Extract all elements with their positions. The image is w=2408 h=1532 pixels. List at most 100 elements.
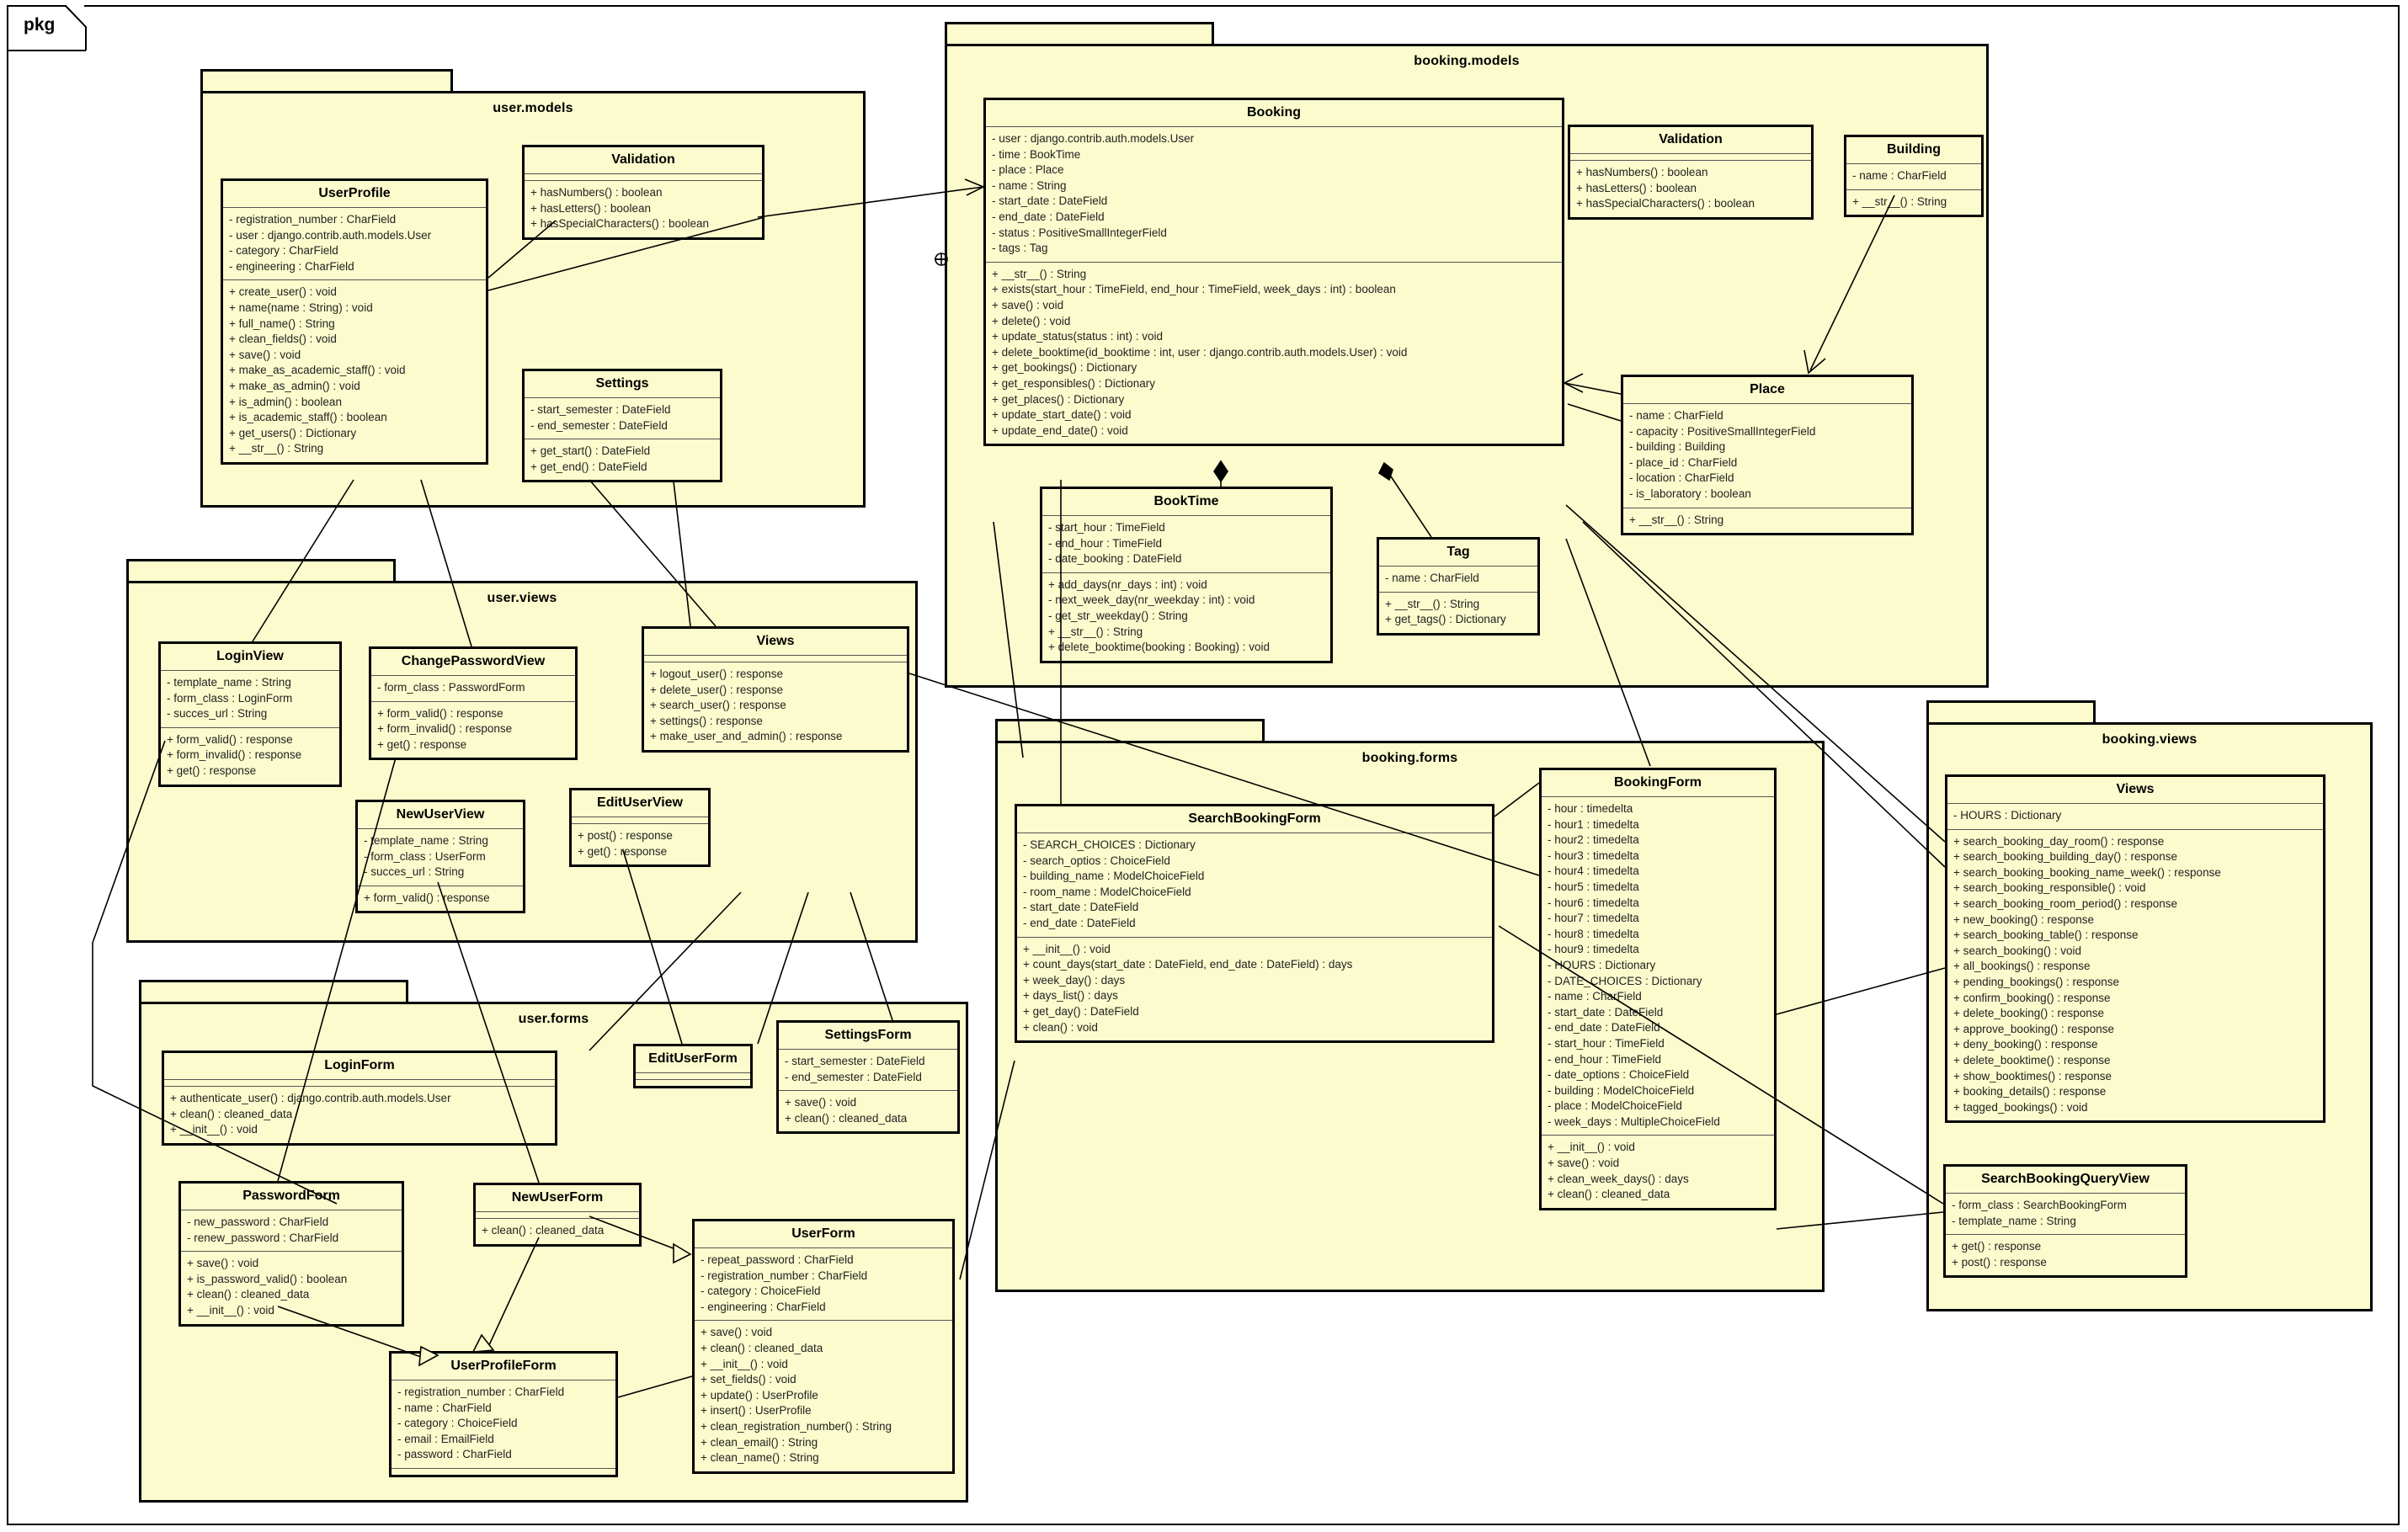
class-attribute: - renew_password : CharField <box>187 1231 396 1247</box>
class-attribute: - HOURS : Dictionary <box>1953 808 2317 824</box>
class-box-UserForm[interactable]: UserForm- repeat_password : CharField- r… <box>692 1219 955 1474</box>
class-attributes-LoginForm <box>164 1080 555 1086</box>
class-methods-LoginForm: + authenticate_user() : django.contrib.a… <box>164 1087 555 1143</box>
class-method: + search_booking_booking_name_week() : r… <box>1953 865 2317 881</box>
class-method: + clean() : cleaned_data <box>170 1107 549 1123</box>
class-attribute: - start_semester : DateField <box>530 402 714 418</box>
class-box-SearchBookingQueryView[interactable]: SearchBookingQueryView- form_class : Sea… <box>1943 1164 2187 1278</box>
class-box-PasswordForm[interactable]: PasswordForm - new_password : CharField- … <box>178 1181 404 1327</box>
class-name-ChangePasswordView: ChangePasswordView <box>371 649 575 675</box>
class-box-Booking[interactable]: Booking- user : django.contrib.auth.mode… <box>983 98 1564 446</box>
class-attribute: - password : CharField <box>397 1447 610 1463</box>
class-method: + delete_booktime() : response <box>1953 1053 2317 1069</box>
class-method: + add_days(nr_days : int) : void <box>1048 577 1324 593</box>
class-attribute: - form_class : SearchBookingForm <box>1952 1198 2179 1214</box>
class-methods-BookTime: + add_days(nr_days : int) : void- next_w… <box>1042 573 1330 661</box>
class-box-ViewsUser[interactable]: Views+ logout_user() : response+ delete_… <box>642 626 909 753</box>
class-method: + __init__() : void <box>170 1122 549 1138</box>
class-box-ValidationBooking[interactable]: Validation+ hasNumbers() : boolean+ hasL… <box>1568 125 1814 220</box>
uml-diagram-canvas: pkg user.modelsbooking.modelsuser.viewsu… <box>0 0 2408 1532</box>
class-box-ViewsBooking[interactable]: Views- HOURS : Dictionary+ search_bookin… <box>1945 774 2325 1123</box>
class-attributes-UserProfile: - registration_number : CharField- user … <box>223 208 486 279</box>
class-box-Tag[interactable]: Tag- name : CharField+ __str__() : Strin… <box>1377 537 1540 636</box>
class-attribute: - hour6 : timedelta <box>1548 896 1768 912</box>
class-method: + is_password_valid() : boolean <box>187 1272 396 1288</box>
class-methods-SearchBookingQueryView: + get() : response+ post() : response <box>1946 1235 2185 1275</box>
class-method: + hasNumbers() : boolean <box>1576 165 1805 181</box>
class-attribute: - name : CharField <box>1629 408 1905 424</box>
class-methods-ChangePasswordView: + form_valid() : response+ form_invalid(… <box>371 702 575 758</box>
class-methods-ValidationBooking: + hasNumbers() : boolean+ hasLetters() :… <box>1570 161 1811 217</box>
class-method: + tagged_bookings() : void <box>1953 1100 2317 1116</box>
package-tab-user_views <box>126 559 396 582</box>
class-box-Place[interactable]: Place- name : CharField- capacity : Posi… <box>1621 375 1914 535</box>
class-box-EditUserForm[interactable]: EditUserForm <box>633 1044 753 1088</box>
class-methods-Booking: + __str__() : String+ exists(start_hour … <box>986 263 1562 444</box>
class-method: + get_end() : DateField <box>530 460 714 476</box>
class-box-NewUserView[interactable]: NewUserView- template_name : String- for… <box>355 800 525 913</box>
class-attribute: - registration_number : CharField <box>229 212 480 228</box>
class-attributes-SearchBookingQueryView: - form_class : SearchBookingForm- templa… <box>1946 1194 2185 1234</box>
class-attribute: - hour8 : timedelta <box>1548 927 1768 943</box>
class-method: + update() : UserProfile <box>701 1388 946 1404</box>
class-name-UserProfile: UserProfile <box>223 181 486 207</box>
class-attribute: - registration_number : CharField <box>397 1385 610 1401</box>
class-box-BookTime[interactable]: BookTime- start_hour : TimeField- end_ho… <box>1040 487 1333 663</box>
class-box-UserProfile[interactable]: UserProfile- registration_number : CharF… <box>221 178 488 465</box>
class-method: + search_booking_responsible() : void <box>1953 880 2317 896</box>
class-name-BookingForm: BookingForm <box>1542 770 1774 796</box>
class-attribute: - start_semester : DateField <box>785 1054 951 1070</box>
class-method: + save() : void <box>229 348 480 364</box>
class-method: + form_invalid() : response <box>377 721 569 737</box>
class-method: + save() : void <box>1548 1156 1768 1172</box>
class-box-SearchBookingForm[interactable]: SearchBookingForm - SEARCH_CHOICES : Dict… <box>1015 804 1494 1043</box>
class-name-NewUserView: NewUserView <box>358 802 523 828</box>
class-attributes-Building: - name : CharField <box>1846 164 1981 189</box>
class-name-LoginForm: LoginForm <box>164 1053 555 1079</box>
class-box-ChangePasswordView[interactable]: ChangePasswordView- form_class : Passwor… <box>369 646 578 760</box>
class-box-UserProfileForm[interactable]: UserProfileForm- registration_number : C… <box>389 1351 618 1477</box>
class-box-LoginView[interactable]: LoginView- template_name : String- form_… <box>158 641 342 787</box>
class-attribute: - tags : Tag <box>992 241 1556 257</box>
class-box-EditUserView[interactable]: EditUserView + post() : response+ get() :… <box>569 788 711 867</box>
class-attribute: - place : Place <box>992 162 1556 178</box>
class-box-Settings[interactable]: Settings- start_semester : DateField- en… <box>522 369 722 482</box>
class-box-LoginForm[interactable]: LoginForm + authenticate_user() : django.… <box>162 1051 557 1146</box>
class-attributes-NewUserForm <box>476 1212 639 1218</box>
class-box-SettingsForm[interactable]: SettingsForm- start_semester : DateField… <box>776 1020 960 1134</box>
class-attribute: - SEARCH_CHOICES : Dictionary <box>1023 838 1486 854</box>
class-attribute: - name : String <box>992 178 1556 194</box>
class-method: + delete_booking() : response <box>1953 1006 2317 1022</box>
class-method: + get_tags() : Dictionary <box>1385 612 1532 628</box>
class-box-ValidationUser[interactable]: Validation+ hasNumbers() : boolean+ hasL… <box>522 145 764 240</box>
class-attribute: - template_name : String <box>167 675 333 691</box>
class-method: + get_places() : Dictionary <box>992 392 1556 408</box>
class-method: + authenticate_user() : django.contrib.a… <box>170 1091 549 1107</box>
class-name-LoginView: LoginView <box>161 644 339 670</box>
class-method: + __str__() : String <box>992 267 1556 283</box>
class-name-EditUserView: EditUserView <box>572 790 708 817</box>
class-attribute: - user : django.contrib.auth.models.User <box>992 131 1556 147</box>
class-name-EditUserForm: EditUserForm <box>636 1046 750 1072</box>
class-attribute: - name : CharField <box>397 1401 610 1417</box>
class-methods-EditUserView: + post() : response+ get() : response <box>572 824 708 864</box>
diagram-frame-tab: pkg <box>7 5 84 49</box>
class-method: + approve_booking() : response <box>1953 1022 2317 1038</box>
class-method: + search_booking_room_period() : respons… <box>1953 896 2317 912</box>
class-name-PasswordForm: PasswordForm <box>181 1184 402 1210</box>
class-name-NewUserForm: NewUserForm <box>476 1185 639 1211</box>
class-attribute: - new_password : CharField <box>187 1215 396 1231</box>
class-attribute: - end_semester : DateField <box>785 1070 951 1086</box>
class-method: + __init__() : void <box>187 1303 396 1319</box>
class-box-BookingForm[interactable]: BookingForm- hour : timedelta- hour1 : t… <box>1539 768 1777 1210</box>
class-method: + search_booking() : void <box>1953 944 2317 960</box>
class-box-NewUserForm[interactable]: NewUserForm+ clean() : cleaned_data <box>473 1183 642 1247</box>
class-method: + update_status(status : int) : void <box>992 329 1556 345</box>
class-attribute: - capacity : PositiveSmallIntegerField <box>1629 424 1905 440</box>
class-name-SearchBookingForm: SearchBookingForm <box>1017 806 1492 832</box>
class-method: + logout_user() : response <box>650 667 901 683</box>
class-method: + clean_email() : String <box>701 1435 946 1451</box>
class-method: + __init__() : void <box>1548 1140 1768 1156</box>
class-box-Building[interactable]: Building- name : CharField+ __str__() : … <box>1844 135 1984 217</box>
class-method: + pending_bookings() : response <box>1953 975 2317 991</box>
